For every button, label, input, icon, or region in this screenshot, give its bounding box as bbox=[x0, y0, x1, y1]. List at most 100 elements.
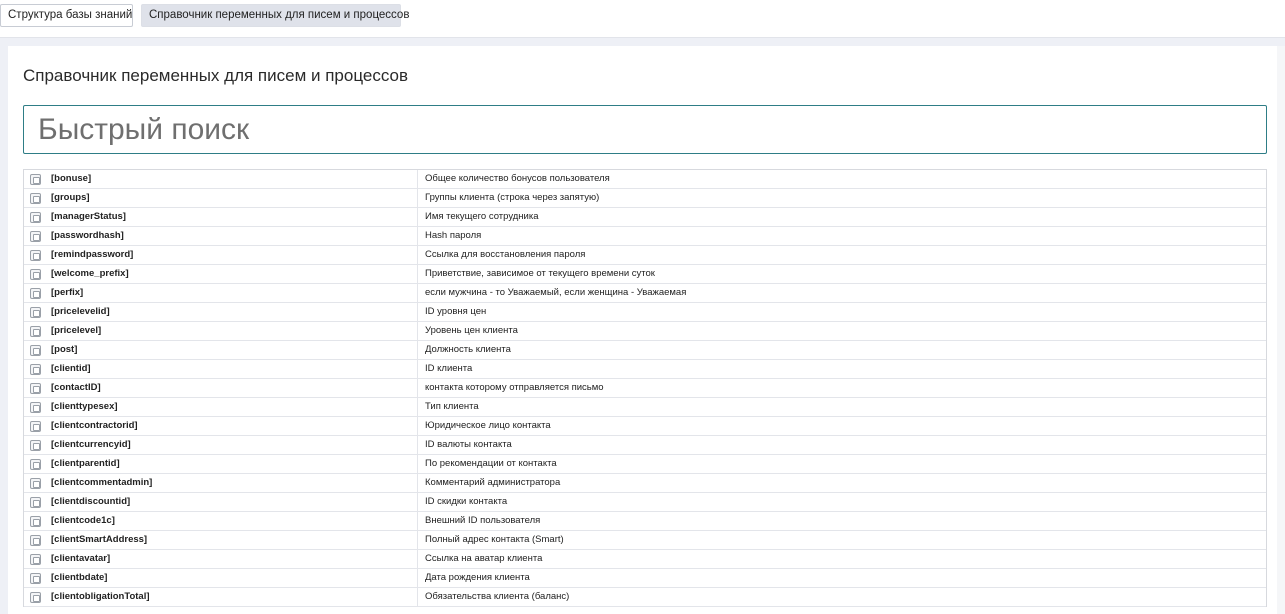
copy-icon[interactable] bbox=[30, 306, 41, 318]
copy-icon[interactable] bbox=[30, 211, 41, 223]
table-row: [clienttypesex] Тип клиента bbox=[24, 398, 1266, 417]
page-title: Справочник переменных для писем и процес… bbox=[23, 66, 408, 85]
copy-icon[interactable] bbox=[30, 534, 41, 546]
variable-description: Ссылка на аватар клиента bbox=[425, 553, 543, 564]
table-row: [bonuse] Общее количество бонусов пользов… bbox=[24, 170, 1266, 189]
variable-cell: [welcome_prefix] bbox=[24, 265, 418, 283]
table-row: [managerStatus] Имя текущего сотрудника bbox=[24, 208, 1266, 227]
variable-description: Приветствие, зависимое от текущего време… bbox=[425, 268, 655, 279]
variable-cell: [remindpassword] bbox=[24, 246, 418, 264]
variable-cell: [pricelevel] bbox=[24, 322, 418, 340]
variable-cell: [clientobligationTotal] bbox=[24, 588, 418, 606]
variable-description: Hash пароля bbox=[425, 230, 482, 241]
copy-icon[interactable] bbox=[30, 496, 41, 508]
table-row: [clientbdate] Дата рождения клиента bbox=[24, 569, 1266, 588]
copy-icon[interactable] bbox=[30, 268, 41, 280]
table-row: [clientcurrencyid] ID валюты контакта bbox=[24, 436, 1266, 455]
copy-icon[interactable] bbox=[30, 382, 41, 394]
variable-name: [contactID] bbox=[51, 382, 101, 393]
scrollbar[interactable] bbox=[1277, 46, 1285, 614]
table-row: [passwordhash] Hash пароля bbox=[24, 227, 1266, 246]
copy-icon[interactable] bbox=[30, 192, 41, 204]
table-row: [clientcode1c] Внешний ID пользователя bbox=[24, 512, 1266, 531]
variable-cell: [clientbdate] bbox=[24, 569, 418, 587]
variable-name: [clientbdate] bbox=[51, 572, 108, 583]
copy-icon[interactable] bbox=[30, 515, 41, 527]
variable-description: Комментарий администратора bbox=[425, 477, 561, 488]
variable-name: [clientid] bbox=[51, 363, 91, 374]
copy-icon[interactable] bbox=[30, 325, 41, 337]
copy-icon[interactable] bbox=[30, 553, 41, 565]
variable-name: [clientparentid] bbox=[51, 458, 120, 469]
variable-description: Уровень цен клиента bbox=[425, 325, 518, 336]
variable-description: Дата рождения клиента bbox=[425, 572, 530, 583]
variable-description: Тип клиента bbox=[425, 401, 479, 412]
variable-name: [clientcode1c] bbox=[51, 515, 115, 526]
copy-icon[interactable] bbox=[30, 591, 41, 603]
variable-name: [groups] bbox=[51, 192, 90, 203]
table-row: [remindpassword] Ссылка для восстановлени… bbox=[24, 246, 1266, 265]
copy-icon[interactable] bbox=[30, 458, 41, 470]
copy-icon[interactable] bbox=[30, 173, 41, 185]
variable-description: ID скидки контакта bbox=[425, 496, 508, 507]
variable-name: [bonuse] bbox=[51, 173, 92, 184]
variable-cell: [clientparentid] bbox=[24, 455, 418, 473]
table-row: [perfix] если мужчина - то Уважаемый, есл… bbox=[24, 284, 1266, 303]
variable-name: [clientobligationTotal] bbox=[51, 591, 150, 602]
variable-cell: [clientdiscountid] bbox=[24, 493, 418, 511]
variable-name: [clientavatar] bbox=[51, 553, 111, 564]
variable-cell: [clientcurrencyid] bbox=[24, 436, 418, 454]
copy-icon[interactable] bbox=[30, 344, 41, 356]
copy-icon[interactable] bbox=[30, 420, 41, 432]
table-row: [clientid] ID клиента bbox=[24, 360, 1266, 379]
copy-icon[interactable] bbox=[30, 287, 41, 299]
copy-icon[interactable] bbox=[30, 363, 41, 375]
variable-description: контакта которому отправляется письмо bbox=[425, 382, 604, 393]
variable-name: [welcome_prefix] bbox=[51, 268, 129, 279]
variable-cell: [perfix] bbox=[24, 284, 418, 302]
table-row: [welcome_prefix] Приветствие, зависимое о… bbox=[24, 265, 1266, 284]
table-row: [contactID] контакта которому отправляетс… bbox=[24, 379, 1266, 398]
table-row: [clientSmartAddress] Полный адрес контакт… bbox=[24, 531, 1266, 550]
variable-cell: [clientcontractorid] bbox=[24, 417, 418, 435]
tab-variables-reference[interactable]: Справочник переменных для писем и процес… bbox=[141, 4, 409, 27]
variable-name: [clientcommentadmin] bbox=[51, 477, 153, 488]
table-row: [clientavatar] Ссылка на аватар клиента bbox=[24, 550, 1266, 569]
variable-description: ID клиента bbox=[425, 363, 473, 374]
table-row: [clientcommentadmin] Комментарий админист… bbox=[24, 474, 1266, 493]
tab-knowledge-structure[interactable]: Структура базы знаний bbox=[0, 4, 133, 27]
variable-name: [managerStatus] bbox=[51, 211, 126, 222]
variable-name: [perfix] bbox=[51, 287, 84, 298]
variable-description: Должность клиента bbox=[425, 344, 511, 355]
table-row: [clientcontractorid] Юридическое лицо кон… bbox=[24, 417, 1266, 436]
table-row: [pricelevel] Уровень цен клиента bbox=[24, 322, 1266, 341]
variable-description: Ссылка для восстановления пароля bbox=[425, 249, 586, 260]
variable-description: Внешний ID пользователя bbox=[425, 515, 541, 526]
variable-cell: [clientid] bbox=[24, 360, 418, 378]
copy-icon[interactable] bbox=[30, 401, 41, 413]
copy-icon[interactable] bbox=[30, 439, 41, 451]
variable-description: если мужчина - то Уважаемый, если женщин… bbox=[425, 287, 687, 298]
copy-icon[interactable] bbox=[30, 477, 41, 489]
copy-icon[interactable] bbox=[30, 249, 41, 261]
variable-name: [remindpassword] bbox=[51, 249, 134, 260]
copy-icon[interactable] bbox=[30, 230, 41, 242]
variable-name: [pricelevel] bbox=[51, 325, 102, 336]
variable-cell: [managerStatus] bbox=[24, 208, 418, 226]
variable-cell: [pricelevelid] bbox=[24, 303, 418, 321]
variable-cell: [clientcommentadmin] bbox=[24, 474, 418, 492]
variable-cell: [bonuse] bbox=[24, 170, 418, 188]
main-panel: Справочник переменных для писем и процес… bbox=[8, 46, 1285, 614]
top-tabbar: Структура базы знаний Справочник перемен… bbox=[0, 0, 1285, 38]
variable-name: [clientdiscountid] bbox=[51, 496, 131, 507]
variable-name: [clientSmartAddress] bbox=[51, 534, 148, 545]
variable-name: [post] bbox=[51, 344, 78, 355]
quick-search-input[interactable] bbox=[23, 105, 1267, 154]
copy-icon[interactable] bbox=[30, 572, 41, 584]
variable-cell: [passwordhash] bbox=[24, 227, 418, 245]
variable-cell: [clientavatar] bbox=[24, 550, 418, 568]
variable-description: ID валюты контакта bbox=[425, 439, 512, 450]
variable-name: [pricelevelid] bbox=[51, 306, 110, 317]
table-row: [clientdiscountid] ID скидки контакта bbox=[24, 493, 1266, 512]
variable-name: [clientcurrencyid] bbox=[51, 439, 131, 450]
